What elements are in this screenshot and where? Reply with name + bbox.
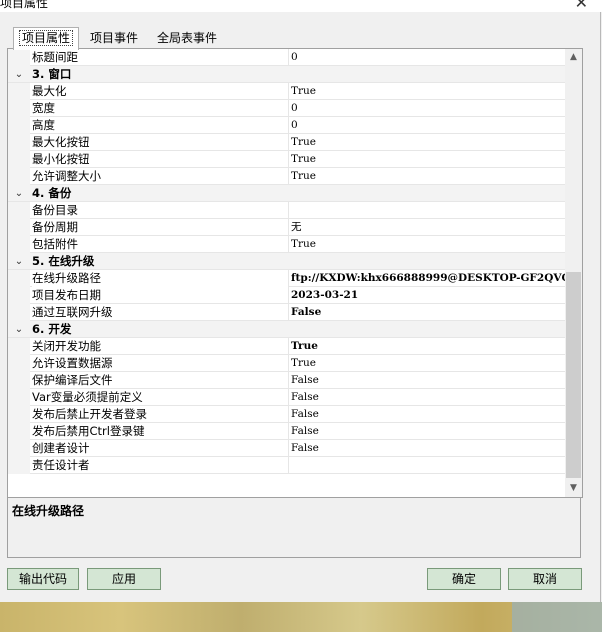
property-value[interactable]: True [291,168,565,185]
property-value[interactable] [291,202,565,219]
property-value[interactable]: ftp://KXDW:khx666888999@DESKTOP-GF2QVQ6, [291,270,565,287]
property-name: 备份周期 [32,220,78,234]
scroll-down-icon[interactable]: ▼ [565,480,582,497]
property-name: 发布后禁用Ctrl登录键 [32,424,145,438]
property-row[interactable]: 最大化 True [8,83,565,100]
property-value[interactable]: True [291,355,565,372]
property-name: 宽度 [32,101,55,115]
property-value[interactable]: True [291,151,565,168]
property-name: 通过互联网升级 [32,305,113,319]
collapse-chevron-icon[interactable]: ⌄ [13,66,25,83]
property-value[interactable]: False [291,423,565,440]
tab-project-properties[interactable]: 项目属性 [13,27,79,50]
collapse-chevron-icon[interactable]: ⌄ [13,185,25,202]
ok-button[interactable]: 确定 [427,568,501,590]
desktop-background [0,602,602,632]
category-row[interactable]: ⌄ 3. 窗口 [8,66,565,83]
category-label: 6. 开发 [32,322,72,336]
property-row[interactable]: 高度 0 [8,117,565,134]
export-code-button[interactable]: 输出代码 [7,568,79,590]
property-value[interactable]: False [291,389,565,406]
description-panel: 在线升级路径 [7,497,581,558]
tab-global-table-events[interactable]: 全局表事件 [149,28,225,49]
property-name: 在线升级路径 [32,270,288,287]
property-row[interactable]: 最小化按钮 True [8,151,565,168]
property-value[interactable] [291,457,565,474]
property-row[interactable]: 允许设置数据源 True [8,355,565,372]
property-name: 允许设置数据源 [32,356,113,370]
property-row[interactable]: 关闭开发功能 True [8,338,565,355]
property-value[interactable]: 0 [291,117,565,134]
property-row[interactable]: 最大化按钮 True [8,134,565,151]
property-value[interactable]: 0 [291,100,565,117]
property-value[interactable]: True [291,83,565,100]
property-name: 最小化按钮 [32,152,90,166]
collapse-chevron-icon[interactable]: ⌄ [13,321,25,338]
property-row[interactable]: 标题间距 0 [8,49,565,66]
property-name: 项目发布日期 [32,288,101,302]
property-name: 备份目录 [32,203,78,217]
category-row[interactable]: ⌄ 5. 在线升级 [8,253,565,270]
category-label: 4. 备份 [32,186,72,200]
description-title: 在线升级路径 [12,504,85,518]
scrollbar-thumb[interactable] [566,272,581,478]
property-value[interactable]: False [291,372,565,389]
property-row[interactable]: 创建者设计 False [8,440,565,457]
property-value[interactable]: False [291,406,565,423]
property-name: 发布后禁止开发者登录 [32,407,147,421]
property-row[interactable]: Var变量必须提前定义 False [8,389,565,406]
property-name: 关闭开发功能 [32,339,101,353]
vertical-scrollbar[interactable]: ▲ ▼ [565,49,582,497]
window-title: 项目属性 [0,0,49,10]
property-row[interactable]: 发布后禁止开发者登录 False [8,406,565,423]
property-value[interactable]: True [291,134,565,151]
property-row[interactable]: 备份周期 无 [8,219,565,236]
property-value[interactable]: False [291,304,565,321]
property-value[interactable]: 无 [291,219,565,236]
property-name: 包括附件 [32,237,78,251]
property-name: 保护编译后文件 [32,373,113,387]
property-row[interactable]: 项目发布日期 2023-03-21 [8,287,565,304]
category-row[interactable]: ⌄ 6. 开发 [8,321,565,338]
property-grid: 标题间距 0 ⌄ 3. 窗口最大化 True 宽度 0 高度 0 最大化按钮 True 最小化按钮 Tr… [7,48,583,498]
property-row[interactable]: 备份目录 [8,202,565,219]
property-name: 责任设计者 [32,458,90,472]
property-row[interactable]: 通过互联网升级 False [8,304,565,321]
collapse-chevron-icon[interactable]: ⌄ [13,253,25,270]
property-value[interactable]: False [291,440,565,457]
category-label: 5. 在线升级 [32,254,95,268]
apply-button[interactable]: 应用 [87,568,161,590]
property-row[interactable]: 责任设计者 [8,457,565,474]
property-value[interactable]: True [291,236,565,253]
property-row[interactable]: 允许调整大小 True [8,168,565,185]
property-name: 标题间距 [32,50,78,64]
property-name: 最大化按钮 [32,135,90,149]
tab-project-events[interactable]: 项目事件 [81,28,147,49]
property-name: 高度 [32,118,55,132]
property-name: 创建者设计 [32,441,90,455]
property-name: Var变量必须提前定义 [32,390,143,404]
property-value[interactable]: 2023-03-21 [291,287,565,304]
property-row[interactable]: 宽度 0 [8,100,565,117]
property-row[interactable]: 包括附件 True [8,236,565,253]
property-value[interactable]: True [291,338,565,355]
close-icon[interactable]: ✕ [575,0,588,12]
property-name: 最大化 [32,84,67,98]
category-row[interactable]: ⌄ 4. 备份 [8,185,565,202]
title-bar: 项目属性 ✕ [0,0,602,12]
cancel-button[interactable]: 取消 [508,568,582,590]
properties-dialog: 项目属性 项目事件 全局表事件 标题间距 0 ⌄ 3. 窗口最大化 True 宽度 0 高度 0… [0,12,601,602]
property-row[interactable]: 发布后禁用Ctrl登录键 False [8,423,565,440]
category-label: 3. 窗口 [32,67,72,81]
property-row[interactable]: 保护编译后文件 False [8,372,565,389]
property-value[interactable]: 0 [291,49,565,66]
property-row[interactable]: 在线升级路径 ftp://KXDW:khx666888999@DESKTOP-GF… [8,270,565,287]
property-name: 允许调整大小 [32,169,101,183]
scroll-up-icon[interactable]: ▲ [565,49,582,66]
